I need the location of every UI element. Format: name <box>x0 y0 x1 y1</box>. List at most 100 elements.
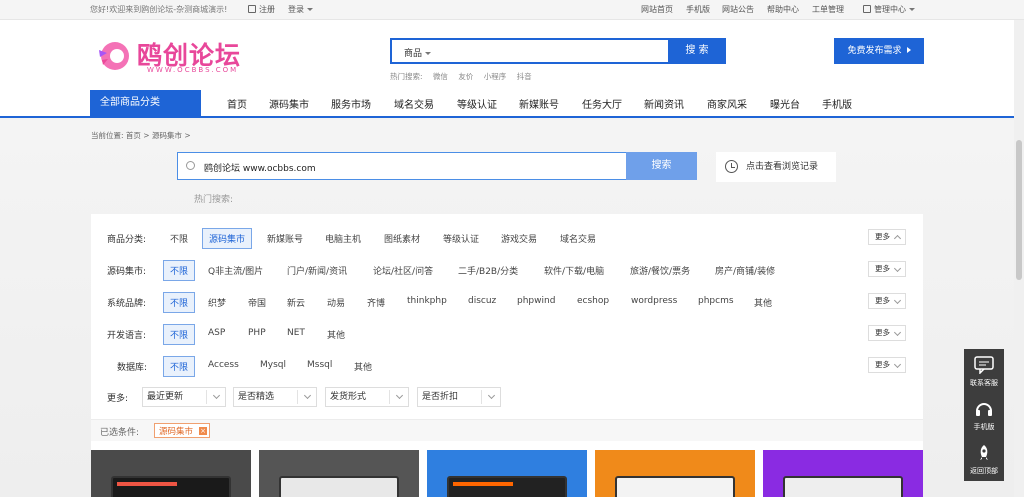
filter-option-active[interactable]: 源码集市 <box>202 228 253 249</box>
filter-option[interactable]: discuz <box>468 296 496 306</box>
chevron-down-icon <box>893 296 902 305</box>
filter-option[interactable]: ecshop <box>577 296 609 306</box>
nav-item-tasks[interactable]: 任务大厅 <box>582 96 622 111</box>
more-toggle[interactable]: 更多 <box>868 229 906 245</box>
back-to-top-button[interactable]: 返回顶部 <box>964 437 1004 479</box>
chevron-down-icon <box>395 391 404 400</box>
filter-option[interactable]: 不限 <box>170 232 188 245</box>
hot-keyword[interactable]: 微信 <box>433 72 448 81</box>
more-toggle[interactable]: 更多 <box>868 357 906 373</box>
filter-option[interactable]: phpwind <box>517 296 555 306</box>
product-thumbnail[interactable] <box>91 450 251 497</box>
more-toggle[interactable]: 更多 <box>868 325 906 341</box>
nav-item-home[interactable]: 首页 <box>227 96 247 111</box>
manage-center-link[interactable]: 管理中心 <box>863 4 915 15</box>
featured-select[interactable]: 是否精选 <box>233 387 317 407</box>
filter-option[interactable]: 域名交易 <box>560 232 596 245</box>
product-thumbnail[interactable] <box>595 450 755 497</box>
filter-option[interactable]: 新媒账号 <box>267 232 303 245</box>
nav-item-media[interactable]: 新媒账号 <box>519 96 559 111</box>
filter-option[interactable]: 帝国 <box>248 296 266 309</box>
filter-option[interactable]: Q非主流/图片 <box>208 264 263 277</box>
filter-option[interactable]: 等级认证 <box>443 232 479 245</box>
filter-option[interactable]: 游戏交易 <box>501 232 537 245</box>
sort-select[interactable]: 最近更新 <box>142 387 226 407</box>
search-input[interactable]: 鸥创论坛 www.ocbbs.com <box>204 161 316 174</box>
welcome-text: 您好!欢迎来到鸥创论坛-杂测商城演示! <box>90 5 228 14</box>
filter-option[interactable]: ASP <box>208 328 225 338</box>
filter-option[interactable]: Access <box>208 360 239 370</box>
link-home[interactable]: 网站首页 <box>641 4 673 15</box>
breadcrumb-current[interactable]: 源码集市 <box>152 131 182 140</box>
filter-option[interactable]: PHP <box>248 328 266 338</box>
link-notice[interactable]: 网站公告 <box>722 4 754 15</box>
filter-option-active[interactable]: 不限 <box>163 356 196 377</box>
filter-option[interactable]: 其他 <box>754 296 772 309</box>
scrollbar-thumb[interactable] <box>1016 140 1022 280</box>
discount-select[interactable]: 是否折扣 <box>417 387 501 407</box>
filter-option[interactable]: Mysql <box>260 360 286 370</box>
nav-item-news[interactable]: 新闻资讯 <box>644 96 684 111</box>
filter-option[interactable]: 其他 <box>327 328 345 341</box>
chevron-down-icon <box>212 391 221 400</box>
hot-keyword[interactable]: 抖音 <box>517 72 532 81</box>
contact-service-button[interactable]: 联系客服 <box>964 349 1004 391</box>
hot-keyword[interactable]: 友价 <box>458 72 473 81</box>
nav-item-domain[interactable]: 域名交易 <box>394 96 434 111</box>
more-toggle[interactable]: 更多 <box>868 293 906 309</box>
filter-option[interactable]: 软件/下载/电脑 <box>544 264 604 277</box>
filter-option[interactable]: 旅游/餐饮/票务 <box>630 264 690 277</box>
nav-item-mobile[interactable]: 手机版 <box>822 96 852 111</box>
filter-option[interactable]: 织梦 <box>208 296 226 309</box>
filter-option[interactable]: 图纸素材 <box>384 232 420 245</box>
link-ticket[interactable]: 工单管理 <box>812 4 844 15</box>
more-toggle[interactable]: 更多 <box>868 261 906 277</box>
main-search-bar[interactable]: 鸥创论坛 www.ocbbs.com 搜索 <box>177 152 697 180</box>
hot-keyword[interactable]: 小程序 <box>484 72 507 81</box>
filter-option[interactable]: 电脑主机 <box>325 232 361 245</box>
all-categories-button[interactable]: 全部商品分类 <box>90 90 201 118</box>
nav-item-level[interactable]: 等级认证 <box>457 96 497 111</box>
main-search-button[interactable]: 搜索 <box>626 152 697 180</box>
login-link[interactable]: 登录 <box>288 4 313 15</box>
filter-option[interactable]: 论坛/社区/问答 <box>373 264 433 277</box>
filter-option-active[interactable]: 不限 <box>163 260 196 281</box>
filter-option[interactable]: 新云 <box>287 296 305 309</box>
product-thumbnail[interactable] <box>763 450 923 497</box>
filter-option-active[interactable]: 不限 <box>163 324 196 345</box>
filter-option[interactable]: thinkphp <box>407 296 447 306</box>
delivery-select[interactable]: 发货形式 <box>325 387 409 407</box>
top-search-button[interactable]: 搜 索 <box>668 38 726 64</box>
nav-item-service[interactable]: 服务市场 <box>331 96 371 111</box>
filter-option-active[interactable]: 不限 <box>163 292 196 313</box>
filter-option[interactable]: 门户/新闻/资讯 <box>287 264 347 277</box>
filter-option[interactable]: Mssql <box>307 360 332 370</box>
nav-item-source[interactable]: 源码集市 <box>269 96 309 111</box>
mobile-version-button[interactable]: 手机版 <box>964 393 1004 435</box>
register-link[interactable]: 注册 <box>248 4 275 15</box>
filter-option[interactable]: NET <box>287 328 305 338</box>
search-category-select[interactable]: 商品 <box>404 46 432 59</box>
publish-demand-button[interactable]: 免费发布需求 <box>834 38 924 64</box>
nav-item-shops[interactable]: 商家风采 <box>707 96 747 111</box>
page-scrollbar[interactable] <box>1014 20 1024 497</box>
breadcrumb-home[interactable]: 首页 <box>126 131 141 140</box>
close-icon[interactable]: × <box>199 427 208 435</box>
filter-option[interactable]: 齐博 <box>367 296 385 309</box>
logo-icon[interactable] <box>97 40 131 72</box>
filter-option[interactable]: phpcms <box>698 296 734 306</box>
filter-option[interactable]: 二手/B2B/分类 <box>458 264 518 277</box>
nav-item-exposure[interactable]: 曝光台 <box>770 96 800 111</box>
filter-option[interactable]: 房产/商铺/装修 <box>715 264 775 277</box>
top-search-bar[interactable]: 商品 搜 索 <box>390 38 726 64</box>
filter-option[interactable]: wordpress <box>631 296 677 306</box>
filter-option[interactable]: 动易 <box>327 296 345 309</box>
chevron-down-icon <box>893 360 902 369</box>
product-thumbnail[interactable] <box>427 450 587 497</box>
product-thumbnail[interactable] <box>259 450 419 497</box>
browse-history-button[interactable]: 点击查看浏览记录 <box>716 152 836 182</box>
link-help[interactable]: 帮助中心 <box>767 4 799 15</box>
selected-tag[interactable]: 源码集市 × <box>154 423 211 438</box>
link-mobile[interactable]: 手机版 <box>686 4 710 15</box>
filter-option[interactable]: 其他 <box>354 360 372 373</box>
